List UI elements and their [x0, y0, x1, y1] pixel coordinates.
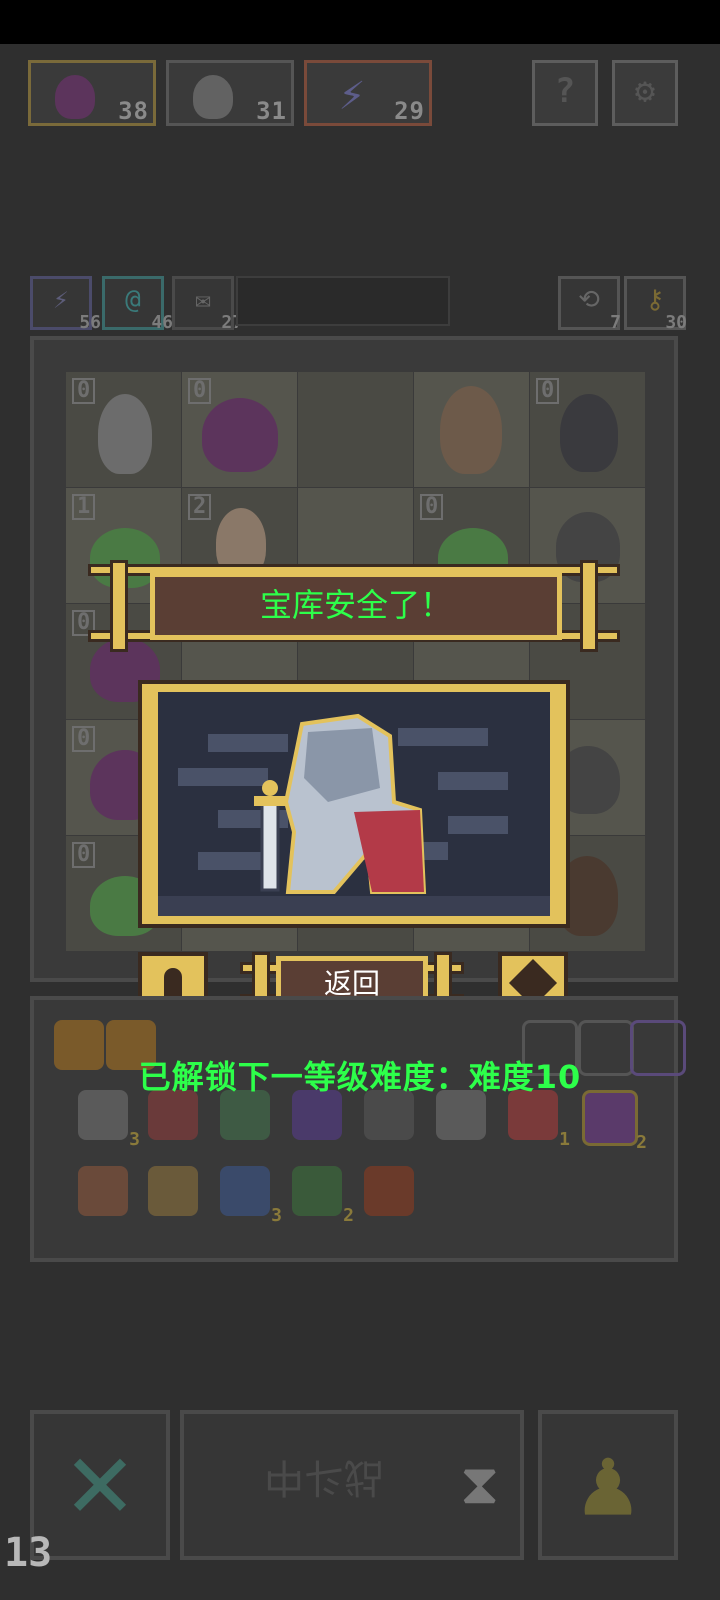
board-cell[interactable]	[414, 372, 529, 487]
key-count: 30	[665, 312, 687, 333]
skeleton-icon	[179, 69, 249, 121]
knight-illustration	[158, 692, 550, 916]
dialog-banner: 宝库安全了！	[80, 560, 628, 652]
help-icon: ?	[554, 71, 576, 111]
inventory-item[interactable]	[78, 1166, 128, 1216]
cell-badge: 1	[72, 494, 96, 520]
settings-button[interactable]: ⚙	[612, 60, 678, 126]
resource-count: 31	[256, 97, 287, 125]
board-cell[interactable]	[298, 372, 413, 487]
inventory-item[interactable]: 2	[582, 1090, 647, 1153]
dialog-title: 宝库安全了！	[259, 586, 452, 624]
cell-badge: 2	[188, 494, 212, 520]
stat-lightning[interactable]: ⚡ 56	[30, 276, 101, 333]
fight-label: 战斗中	[264, 1454, 384, 1500]
cell-badge: 0	[536, 378, 560, 404]
inventory-item[interactable]	[148, 1166, 198, 1216]
pawn-icon: ♟	[579, 1426, 637, 1538]
item-count: 2	[343, 1205, 354, 1226]
close-icon: ✕	[66, 1415, 134, 1543]
resource-dragon[interactable]: 38	[28, 60, 156, 126]
inventory-item[interactable]	[364, 1166, 414, 1216]
key-button[interactable]: ⚷ 30	[624, 276, 687, 333]
gear-icon: ⚙	[634, 71, 656, 111]
board-cell[interactable]: 0	[530, 372, 645, 487]
status-bar	[0, 0, 720, 44]
inventory-panel: 3 1 2 3 2	[30, 996, 686, 1262]
resource-count: 38	[118, 97, 149, 125]
stat-mail[interactable]: ✉ 27	[172, 276, 243, 333]
resource-count: 29	[394, 97, 425, 125]
hero-button[interactable]: ♟	[538, 1410, 678, 1560]
lightning-icon: ⚡	[53, 285, 69, 315]
progress-bar	[236, 276, 450, 326]
inventory-item[interactable]: 2	[292, 1166, 354, 1226]
fight-button[interactable]: 战斗中 ⧗	[180, 1410, 524, 1560]
item-count: 3	[271, 1205, 282, 1226]
refresh-count: 7	[610, 312, 621, 333]
mail-icon: ✉	[195, 285, 211, 315]
inventory-item[interactable]: 3	[220, 1166, 282, 1226]
cell-badge: 0	[72, 378, 96, 404]
stat-count: 46	[151, 312, 173, 333]
at-icon: @	[125, 285, 141, 315]
level-indicator: 13	[4, 1530, 53, 1576]
cell-badge: 0	[72, 726, 96, 752]
key-icon: ⚷	[645, 285, 665, 315]
cell-badge: 0	[72, 842, 96, 868]
hourglass-icon: ⧗	[460, 1452, 500, 1517]
cell-badge: 0	[420, 494, 444, 520]
item-count: 1	[559, 1129, 570, 1150]
board-cell[interactable]: 0	[182, 372, 297, 487]
refresh-button[interactable]: ⟲ 7	[558, 276, 621, 333]
resource-skeleton[interactable]: 31	[166, 60, 294, 126]
stat-count: 56	[79, 312, 101, 333]
item-count: 2	[636, 1132, 647, 1153]
cell-badge: 0	[188, 378, 212, 404]
resource-lightning[interactable]: ⚡ 29	[304, 60, 432, 126]
dragon-icon	[41, 69, 111, 121]
lightning-icon: ⚡	[338, 69, 366, 120]
unlock-message: 已解锁下一等级难度：难度10	[138, 1058, 582, 1096]
refresh-icon: ⟲	[578, 285, 600, 315]
item-count: 3	[129, 1129, 140, 1150]
stat-at[interactable]: @ 46	[102, 276, 173, 333]
board-cell[interactable]: 0	[66, 372, 181, 487]
help-button[interactable]: ?	[532, 60, 598, 126]
